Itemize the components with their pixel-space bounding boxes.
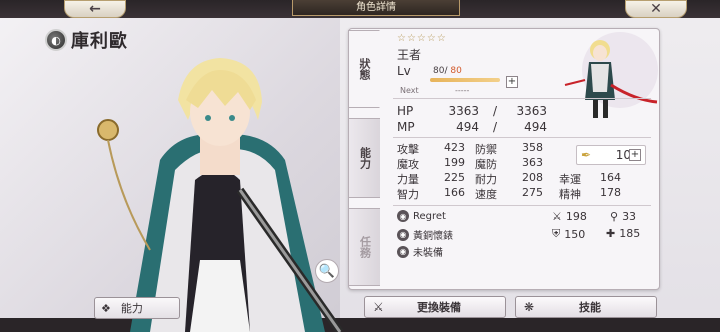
sword-icon: ⚔: [552, 210, 562, 223]
back-arrow-icon: ←: [89, 1, 101, 17]
feather-icon: ✒: [581, 148, 592, 162]
wand-icon: ⚲: [610, 210, 619, 223]
exp-bar: [430, 78, 500, 82]
mp-label: MP: [397, 120, 415, 134]
accessory-slot-icon: ◉: [397, 228, 409, 241]
weapon-slot-icon: ◉: [397, 210, 409, 222]
hp-label: HP: [397, 104, 414, 118]
divider: [393, 98, 651, 99]
skills-label: 技能: [579, 301, 601, 314]
stat-defense: 防禦 358: [475, 140, 543, 156]
close-icon: ✕: [650, 1, 662, 17]
feather-value: 10: [615, 148, 631, 162]
equip-slot-empty[interactable]: ◉ 未裝備: [397, 244, 443, 259]
stat-spirit: 精神 178: [559, 185, 621, 201]
stat-magic-defense: 魔防 363: [475, 155, 543, 171]
level-label: Lv: [397, 64, 411, 78]
mp-separator: /: [492, 120, 498, 134]
stat-magic-attack: 魔攻 199: [397, 155, 465, 171]
character-sprite: [564, 32, 658, 118]
stat-intelligence: 智力 166: [397, 185, 465, 201]
ability-toggle-button[interactable]: ❖ 能力: [94, 297, 180, 319]
armor-value: 185: [619, 227, 641, 240]
skill-icon: ❋: [524, 300, 535, 314]
level-up-plus-button[interactable]: +: [506, 76, 518, 88]
change-equipment-label: 更換裝備: [417, 301, 461, 314]
zoom-button[interactable]: 🔍: [315, 259, 339, 283]
equip-slot-accessory[interactable]: ◉ 黃銅懷錶: [397, 227, 453, 242]
level-current: 80: [433, 66, 445, 76]
character-name: 庫利歐: [71, 31, 128, 52]
mp-row: MP 494 / 494: [397, 120, 547, 134]
rarity-stars: ☆☆☆☆☆: [397, 33, 447, 44]
change-equipment-button[interactable]: ⚔ 更換裝備: [364, 296, 506, 318]
page-title: 角色詳情: [292, 0, 460, 16]
next-label: Next: [400, 86, 419, 95]
armor-icon: ✚: [606, 227, 616, 240]
stat-luck: 幸運 164: [559, 170, 621, 186]
feather-plus-button[interactable]: +: [629, 149, 641, 161]
skills-button[interactable]: ❋ 技能: [515, 296, 657, 318]
stat-row: 力量 225 耐力 208 幸運 164: [397, 171, 625, 186]
empty-slot-icon: ◉: [397, 245, 409, 258]
stat-row: 智力 166 速度 275 精神 178: [397, 186, 625, 201]
equip-slot-weapon[interactable]: ◉ Regret: [397, 210, 446, 222]
shield-icon: ⛨: [552, 227, 561, 240]
stat-strength: 力量 225: [397, 170, 465, 186]
exp-fill: [430, 78, 500, 82]
hp-row: HP 3363 / 3363: [397, 104, 547, 118]
equip-label: 黃銅懷錶: [413, 231, 453, 242]
shield-value: 150: [564, 227, 586, 241]
hp-separator: /: [492, 104, 498, 118]
stat-attack: 攻擊 423: [397, 140, 465, 156]
divider: [393, 137, 651, 138]
level-max: 80: [450, 66, 462, 76]
tab-status[interactable]: 狀態: [348, 30, 380, 108]
sword-value: 198: [565, 210, 587, 223]
equip-label: 未裝備: [413, 248, 443, 259]
back-button[interactable]: ←: [64, 0, 126, 18]
character-portrait: [97, 58, 344, 332]
ability-icon: ❖: [101, 301, 111, 315]
level-values: 80/ 80: [433, 66, 462, 76]
magnifier-icon: 🔍: [318, 263, 336, 279]
level-row: Lv 80/ 80: [397, 64, 462, 78]
equip-label: Regret: [413, 210, 446, 222]
wand-stat: ⚲ 33: [610, 210, 636, 223]
armor-stat: ✚ 185: [606, 227, 640, 240]
tab-quest[interactable]: 任務: [348, 208, 380, 286]
divider: [393, 205, 651, 206]
sword-icon: ⚔: [373, 300, 384, 314]
element-icon: ◐: [45, 29, 67, 51]
sword-stat: ⚔ 198: [552, 210, 587, 223]
stat-speed: 速度 275: [475, 185, 543, 201]
hp-current: 3363: [448, 104, 479, 118]
close-button[interactable]: ✕: [625, 0, 687, 18]
wand-value: 33: [622, 210, 637, 223]
hp-max: 3363: [516, 104, 547, 118]
character-name-block: ◐ 庫利歐: [45, 28, 128, 52]
mp-current: 494: [456, 120, 479, 134]
character-rank: 王者: [397, 48, 422, 62]
next-value: -----: [455, 86, 470, 95]
mp-max: 494: [524, 120, 547, 134]
ability-toggle-label: 能力: [120, 302, 143, 315]
shield-stat: ⛨ 150: [552, 227, 585, 241]
tab-ability[interactable]: 能力: [348, 118, 380, 198]
stat-endurance: 耐力 208: [475, 170, 543, 186]
